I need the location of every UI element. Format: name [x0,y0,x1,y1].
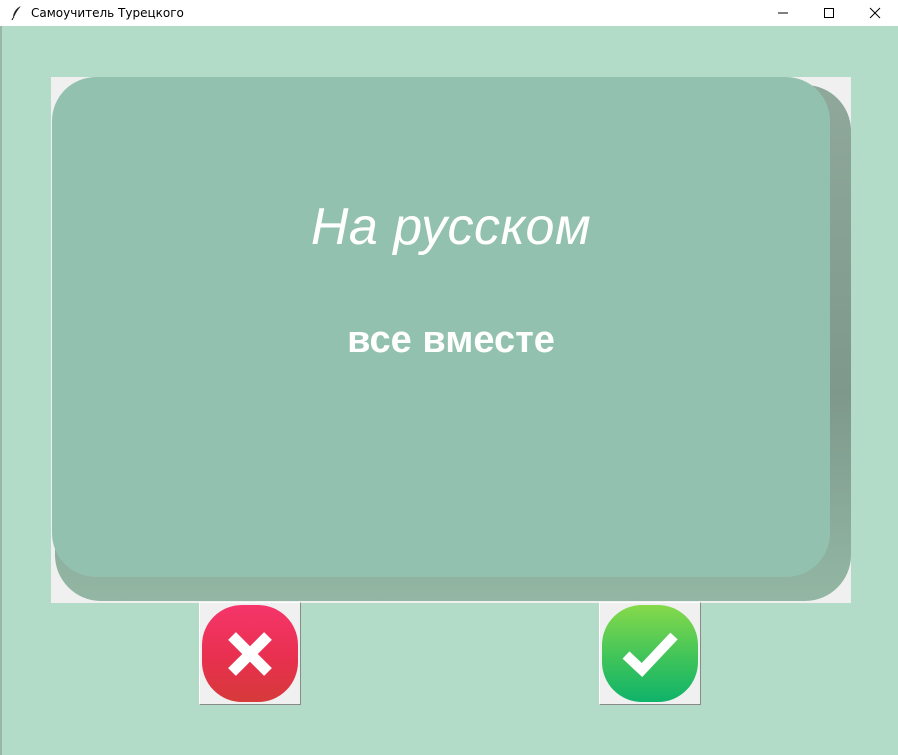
close-icon [869,7,881,19]
wrong-button[interactable] [199,602,301,705]
x-icon [228,631,272,676]
maximize-icon [824,8,834,18]
card-language-label: На русском [310,198,592,256]
window-controls [760,0,898,26]
title-bar[interactable]: Самоучитель Турецкого [0,0,898,26]
wrong-badge [202,605,298,702]
right-badge [602,605,698,702]
app-window: Самоучитель Турецкого На русском все вме… [0,0,898,755]
window-left-border [0,26,2,755]
feather-icon [9,5,25,21]
close-button[interactable] [852,0,898,26]
card-word: все вместе [347,319,555,361]
window-title: Самоучитель Турецкого [31,6,184,20]
right-button[interactable] [599,602,701,705]
checkmark-icon [622,632,678,677]
minimize-icon [778,12,788,14]
maximize-button[interactable] [806,0,852,26]
minimize-button[interactable] [760,0,806,26]
flashcard-canvas[interactable]: На русском все вместе [51,77,851,603]
